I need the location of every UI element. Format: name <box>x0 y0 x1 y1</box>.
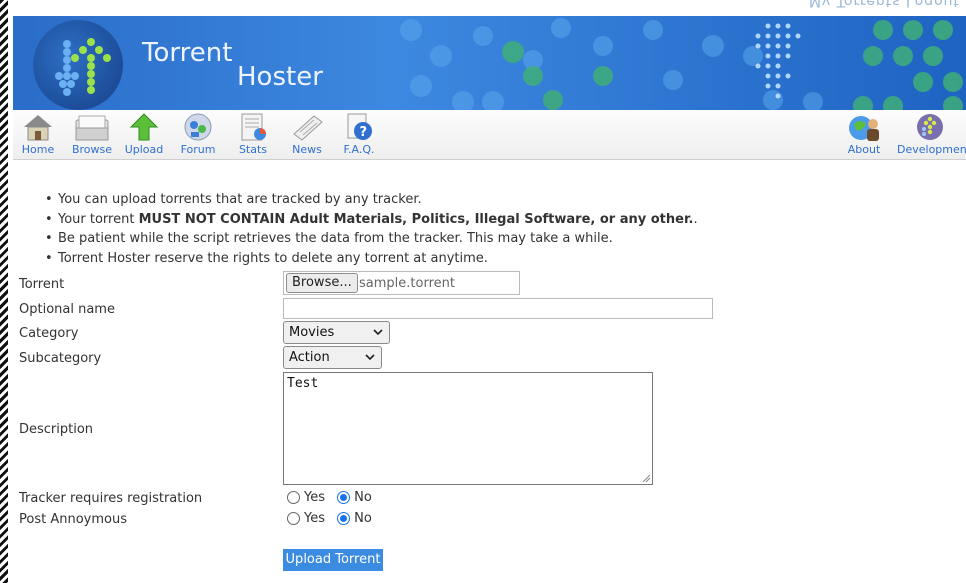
category-label: Category <box>19 326 79 341</box>
header-banner: Torrent Hoster <box>13 16 966 110</box>
home-icon <box>24 115 52 141</box>
toolbar-label-news: News <box>292 143 322 156</box>
toolbar-label-stats: Stats <box>238 143 268 156</box>
toolbar-label-about: About <box>847 143 881 156</box>
note-item: Be patient while the script retrieves th… <box>45 229 698 249</box>
page-edge-decoration <box>0 0 8 583</box>
post-anonymous-no-radio[interactable] <box>337 512 351 525</box>
brand-title-line1: Torrent <box>142 38 233 68</box>
development-icon <box>917 114 943 140</box>
note-item: Your torrent MUST NOT CONTAIN Adult Mate… <box>45 210 698 230</box>
post-anonymous-radios: Yes No <box>287 511 380 526</box>
toolbar-stats[interactable]: Stats <box>228 110 278 160</box>
tracker-registration-no-radio[interactable] <box>337 491 351 504</box>
description-textarea[interactable]: Test <box>283 372 653 485</box>
yes-label: Yes <box>304 490 325 505</box>
browse-button[interactable]: Browse... <box>286 273 358 293</box>
description-label: Description <box>19 422 94 437</box>
upload-icon <box>129 113 159 141</box>
toolbar-home[interactable]: Home <box>13 110 63 160</box>
toolbar-label-forum: Forum <box>180 143 216 156</box>
logo-arrow-icon <box>55 38 111 96</box>
tracker-registration-label: Tracker requires registration <box>19 491 203 506</box>
news-icon <box>293 115 323 141</box>
faq-icon: ? <box>347 113 372 140</box>
post-anonymous-label: Post Annoymous <box>19 512 127 527</box>
svg-text:?: ? <box>360 125 368 140</box>
category-select[interactable]: Movies <box>283 321 390 344</box>
toolbar-development[interactable]: Development <box>897 110 966 160</box>
optional-name-input[interactable] <box>283 298 713 319</box>
torrent-label: Torrent <box>19 277 65 292</box>
toolbar-forum[interactable]: Forum <box>173 110 223 160</box>
toolbar-news[interactable]: News <box>282 110 332 160</box>
toolbar-upload[interactable]: Upload <box>119 110 169 160</box>
note-item: Torrent Hoster reserve the rights to del… <box>45 249 698 269</box>
note-item: You can upload torrents that are tracked… <box>45 190 698 210</box>
upload-torrent-button[interactable]: Upload Torrent <box>283 549 383 571</box>
toolbar-faq[interactable]: ? F.A.Q. <box>334 110 384 160</box>
optional-name-label: Optional name <box>19 302 115 317</box>
yes-label: Yes <box>304 511 325 526</box>
tracker-registration-yes-radio[interactable] <box>287 491 300 504</box>
category-selected-value: Movies <box>289 325 335 340</box>
no-label: No <box>354 490 372 505</box>
stats-icon <box>241 113 266 141</box>
brand-title-line2: Hoster <box>237 62 323 92</box>
post-anonymous-yes-radio[interactable] <box>287 512 300 525</box>
description-text: Test <box>287 376 319 391</box>
toolbar-label-faq: F.A.Q. <box>343 143 375 156</box>
resize-grip-icon[interactable] <box>641 473 651 483</box>
toolbar-label-upload: Upload <box>124 143 164 156</box>
no-label: No <box>354 511 372 526</box>
about-icon <box>849 116 879 141</box>
toolbar-about[interactable]: About <box>839 110 889 160</box>
toolbar-label-browse: Browse <box>71 143 113 156</box>
forum-icon <box>184 113 212 141</box>
chevron-down-icon <box>373 329 383 336</box>
selected-file-name: sample.torrent <box>359 276 455 291</box>
torrent-file-input[interactable]: Browse... sample.torrent <box>283 271 520 295</box>
subcategory-label: Subcategory <box>19 351 102 366</box>
upload-notes: You can upload torrents that are tracked… <box>45 190 698 269</box>
browse-icon <box>75 115 109 141</box>
toolbar-label-home: Home <box>21 143 55 156</box>
subcategory-select[interactable]: Action <box>283 346 382 369</box>
top-strip: My Torrents Logout <box>13 0 966 16</box>
logo <box>33 20 123 110</box>
subcategory-selected-value: Action <box>289 350 330 365</box>
main-toolbar: Home Browse Upload Forum Stats News ? F.… <box>13 110 966 160</box>
mirrored-user-links: My Torrents Logout <box>808 0 960 9</box>
toolbar-browse[interactable]: Browse <box>67 110 117 160</box>
toolbar-label-development: Development <box>897 143 966 156</box>
tracker-registration-radios: Yes No <box>287 490 380 505</box>
chevron-down-icon <box>365 354 375 361</box>
